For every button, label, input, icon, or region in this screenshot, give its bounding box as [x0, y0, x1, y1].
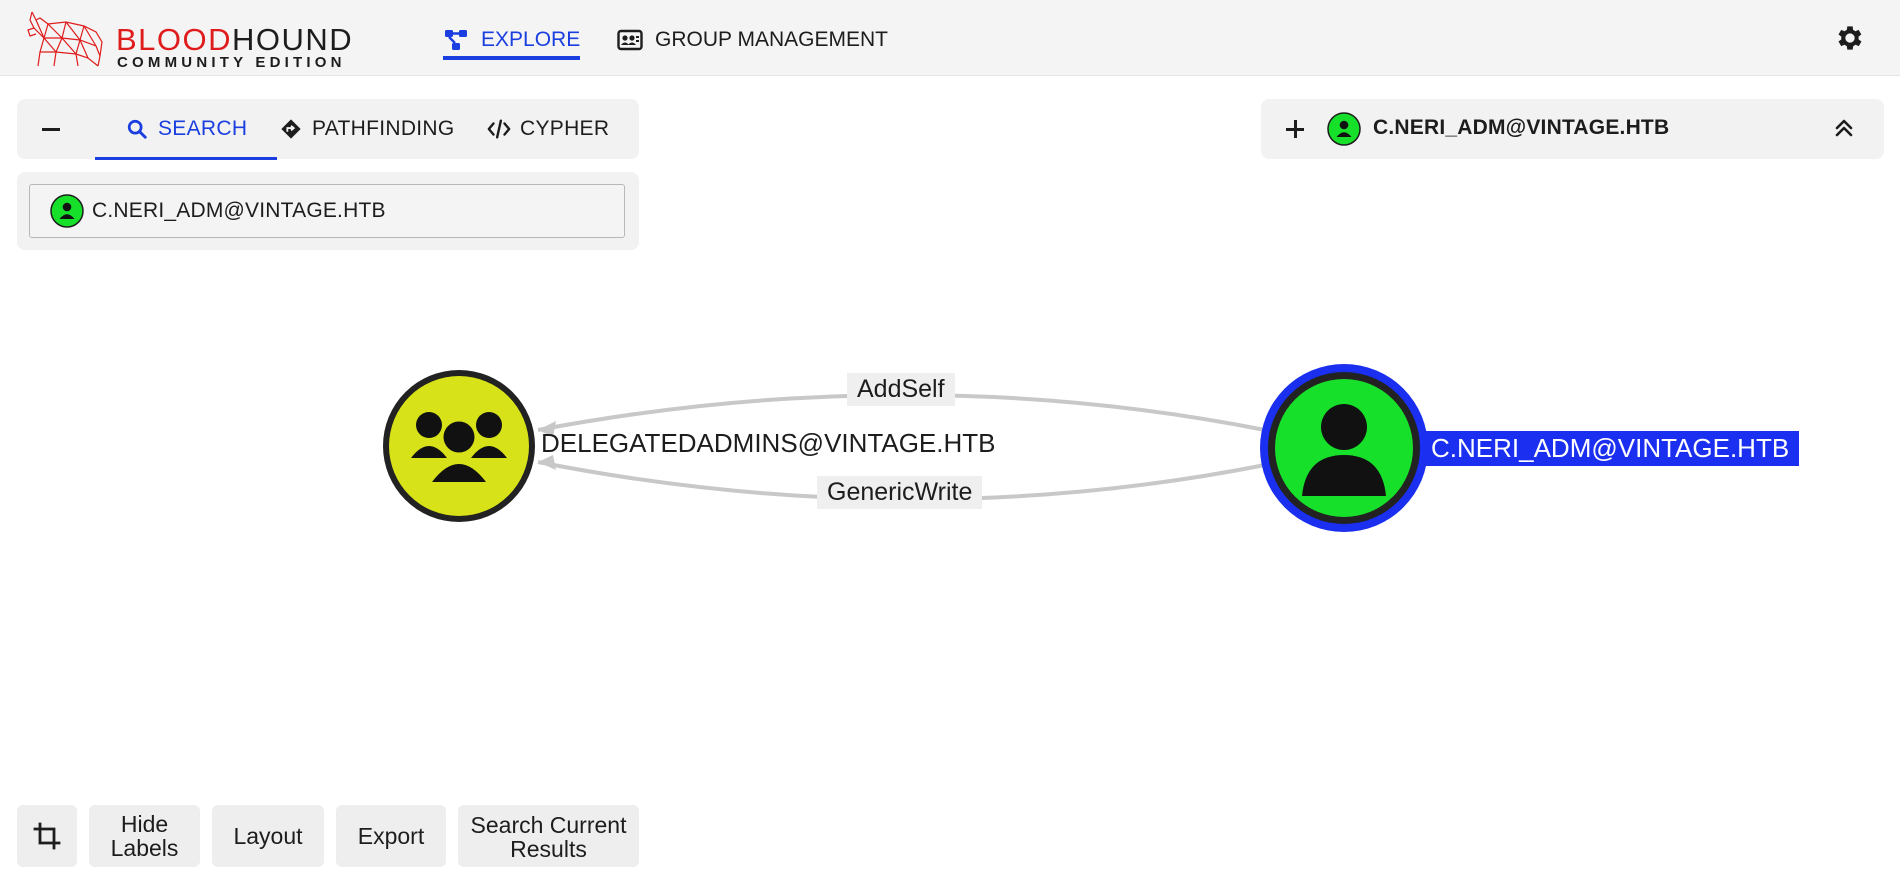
selected-node-panel: C.NERI_ADM@VINTAGE.HTB — [1261, 99, 1884, 159]
graph-nodes-icon — [443, 27, 469, 53]
hide-labels-button[interactable]: Hide Labels — [89, 805, 200, 867]
nav-group-management-label: GROUP MANAGEMENT — [655, 28, 888, 51]
id-card-icon — [617, 27, 643, 53]
expand-node-plus-button[interactable] — [1283, 117, 1307, 141]
logo-subtitle: COMMUNITY EDITION — [117, 54, 346, 71]
settings-gear-icon[interactable] — [1834, 22, 1866, 54]
logo-title: BLOODHOUND — [116, 24, 353, 55]
node-label-delegatedadmins[interactable]: DELEGATEDADMINS@VINTAGE.HTB — [541, 428, 996, 459]
node-label-c-neri-adm[interactable]: C.NERI_ADM@VINTAGE.HTB — [1421, 431, 1800, 466]
search-icon — [125, 117, 149, 141]
edge-label-addself[interactable]: AddSelf — [847, 373, 955, 406]
tab-cypher-label: CYPHER — [520, 117, 610, 140]
tab-pathfinding[interactable]: PATHFINDING — [279, 99, 455, 159]
user-node-icon — [1327, 112, 1361, 146]
tab-search-label: SEARCH — [158, 117, 248, 140]
search-panel-header: SEARCH PATHFINDING CYPHER — [17, 99, 639, 160]
crop-icon — [33, 822, 61, 850]
export-button[interactable]: Export — [336, 805, 446, 867]
hound-logo-icon — [27, 11, 103, 67]
user-node-c-neri-adm[interactable] — [1260, 364, 1428, 532]
selected-node-name: C.NERI_ADM@VINTAGE.HTB — [1373, 116, 1670, 139]
bloodhound-logo[interactable]: BLOODHOUND COMMUNITY EDITION — [26, 8, 356, 71]
search-current-results-button[interactable]: Search Current Results — [458, 805, 639, 867]
group-node-delegatedadmins[interactable] — [383, 370, 535, 522]
collapse-panel-button[interactable] — [39, 117, 63, 141]
nav-group-management[interactable]: GROUP MANAGEMENT — [617, 22, 888, 58]
search-input[interactable]: C.NERI_ADM@VINTAGE.HTB — [29, 184, 625, 238]
search-input-value: C.NERI_ADM@VINTAGE.HTB — [92, 199, 386, 222]
logo-title-blood: BLOOD — [116, 22, 233, 57]
search-input-container: C.NERI_ADM@VINTAGE.HTB — [17, 172, 639, 250]
edge-label-genericwrite[interactable]: GenericWrite — [817, 476, 983, 509]
user-node-icon — [50, 194, 84, 228]
tab-search[interactable]: SEARCH — [95, 99, 277, 160]
diamond-arrow-icon — [279, 117, 303, 141]
nav-explore[interactable]: EXPLORE — [443, 22, 581, 60]
layout-button[interactable]: Layout — [212, 805, 324, 867]
top-navigation-bar: BLOODHOUND COMMUNITY EDITION EXPLORE GRO… — [0, 0, 1900, 76]
crop-button[interactable] — [17, 805, 77, 867]
code-icon — [487, 117, 511, 141]
tab-pathfinding-label: PATHFINDING — [312, 117, 455, 140]
nav-explore-label: EXPLORE — [481, 28, 581, 51]
tab-cypher[interactable]: CYPHER — [487, 99, 609, 159]
chevron-double-up-icon[interactable] — [1831, 115, 1857, 141]
logo-title-hound: HOUND — [232, 22, 354, 57]
